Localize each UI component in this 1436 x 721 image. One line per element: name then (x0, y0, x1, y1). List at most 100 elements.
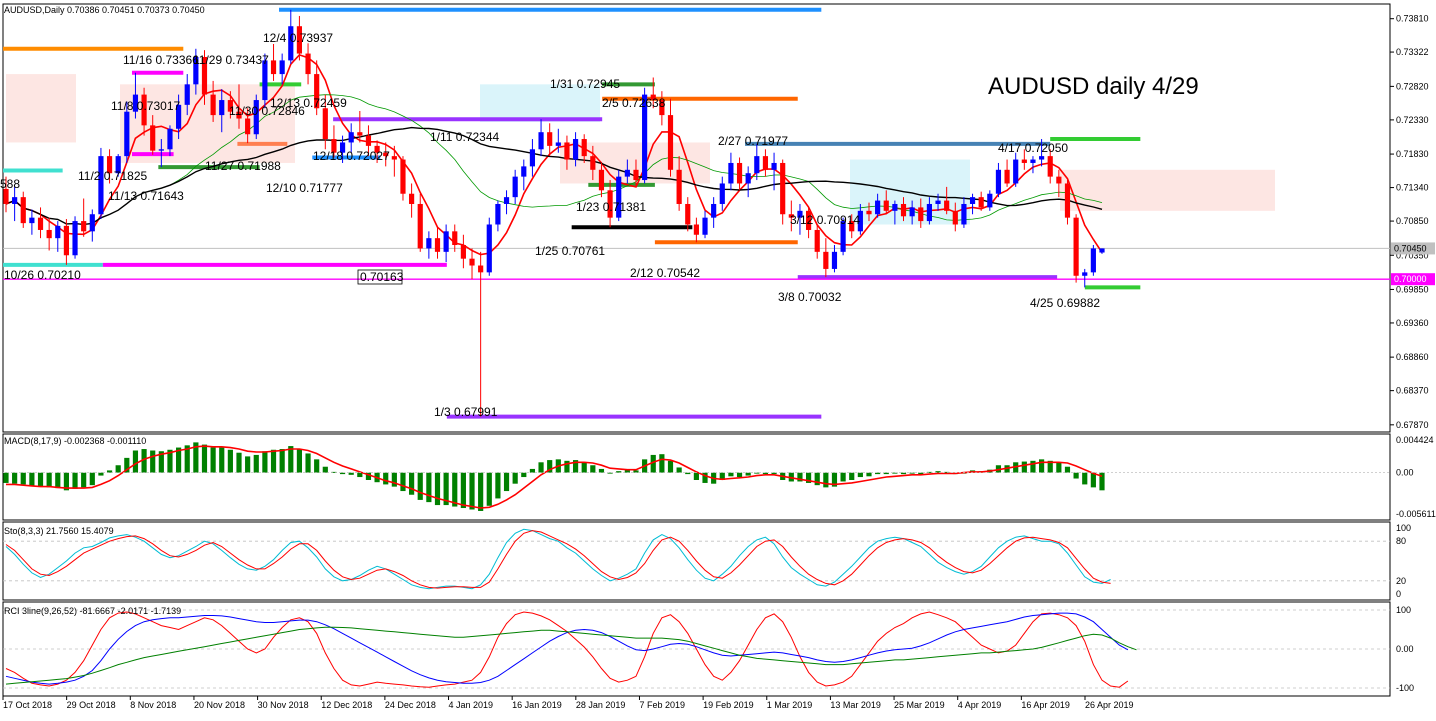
candle-body (1064, 183, 1071, 218)
macd-histogram-bar (434, 472, 441, 506)
y-tick-label: 0.71340 (1396, 183, 1429, 193)
x-tick-label: 16 Apr 2019 (1021, 700, 1070, 710)
candle-body (693, 224, 699, 235)
candle-body (529, 149, 536, 167)
candle-body (37, 217, 44, 230)
macd-histogram-bar (3, 472, 9, 483)
candle-body (434, 238, 441, 252)
candle-body (460, 245, 466, 259)
candle-body (598, 169, 605, 191)
macd-histogram-bar (529, 468, 536, 473)
x-tick-label: 26 Apr 2019 (1085, 700, 1134, 710)
macd-histogram-bar (253, 454, 259, 473)
macd-histogram-bar (236, 452, 242, 473)
candle-body (1004, 169, 1010, 184)
macd-histogram-bar (495, 472, 501, 499)
symbol-header: AUDUSD,Daily 0.70386 0.70451 0.70373 0.7… (4, 5, 205, 15)
candle-body (814, 229, 820, 252)
x-tick-label: 4 Jan 2019 (449, 700, 494, 710)
macd-histogram-bar (659, 454, 665, 473)
y-tick-label: 0.72820 (1396, 81, 1429, 91)
macd-histogram-bar (538, 462, 544, 473)
price-annotation: 11/27 0.71988 (205, 159, 281, 173)
candle-body (1039, 156, 1045, 160)
candle (1090, 245, 1096, 276)
macd-histogram-bar (46, 472, 52, 488)
macd-histogram-bar (98, 472, 104, 476)
price-annotation: 12/13 0.72459 (270, 96, 347, 110)
candle-body (1047, 156, 1053, 177)
price-annotation: 1/25 0.70761 (535, 244, 605, 258)
candle-body (89, 214, 95, 232)
macd-histogram-bar (322, 466, 328, 473)
macd-histogram-bar (590, 465, 596, 473)
macd-histogram-bar (486, 472, 492, 506)
x-tick-label: 12 Dec 2018 (321, 700, 372, 710)
price-annotation: 12/18 0.72027 (313, 149, 390, 163)
candle-body (564, 142, 570, 160)
candle-body (1013, 159, 1019, 184)
y-tick-label: 0.72330 (1396, 115, 1429, 125)
candle-body (63, 225, 69, 256)
candle-body (909, 207, 915, 217)
x-tick-label: 4 Apr 2019 (958, 700, 1002, 710)
macd-histogram-bar (89, 472, 95, 486)
x-tick-label: 28 Jan 2019 (576, 700, 626, 710)
candle-body (219, 100, 225, 116)
candle-body (831, 251, 838, 269)
price-annotation: 588 (0, 177, 20, 191)
chart-root: 12/4 0.73937 11/16 0.73366 11/29 0.73437 11… (0, 0, 1436, 716)
candle-body (676, 169, 682, 204)
x-tick-label: 16 Jan 2019 (512, 700, 562, 710)
candle-body (555, 142, 561, 146)
rci-y-tick-label: 0.00 (1396, 644, 1414, 654)
candle (72, 216, 78, 259)
rci-y-tick-label: 100 (1396, 605, 1411, 615)
cloud-region (1060, 169, 1275, 211)
price-annotation: 1/31 0.72945 (550, 77, 620, 91)
price-annotation: 1/3 0.67991 (434, 405, 498, 419)
candle-body (478, 265, 484, 273)
price-annotation: 1/11 0.72344 (430, 130, 500, 144)
candle-body (667, 115, 674, 170)
macd-histogram-bar (409, 472, 415, 495)
stochastic-y-tick-label: 0 (1396, 589, 1401, 599)
price-annotation: 10/26 0.70210 (4, 268, 81, 282)
candle-body (72, 221, 78, 256)
price-annotation: 11/16 0.73366 (123, 53, 199, 67)
candle-body (12, 197, 18, 204)
x-tick-label: 24 Dec 2018 (385, 700, 436, 710)
candle-body (46, 229, 52, 239)
macd-histogram-bar (296, 449, 303, 473)
price-annotation: 2/5 0.72638 (602, 96, 666, 110)
candle-body (1021, 159, 1027, 163)
candle-body (29, 217, 35, 224)
candle-body (944, 200, 950, 211)
macd-histogram-bar (676, 467, 682, 473)
macd-histogram-bar (201, 444, 208, 473)
y-tick-label: 0.73810 (1396, 14, 1429, 24)
candle-body (1030, 159, 1036, 163)
candle-body (702, 217, 708, 235)
macd-histogram-bar (581, 462, 587, 473)
candle-body (521, 166, 527, 177)
macd-histogram-bar (849, 472, 855, 480)
candle-body (322, 108, 328, 140)
candle-body (1082, 272, 1088, 276)
candle-body (581, 139, 587, 157)
rci-y-tick-label: -100 (1396, 683, 1414, 693)
candle-body (98, 156, 104, 215)
price-annotation: 1/23 0.71381 (576, 200, 646, 214)
candle-body (503, 197, 510, 204)
price-annotation: 12/4 0.73937 (263, 31, 333, 45)
candle-body (391, 156, 397, 160)
candle-body (365, 135, 372, 146)
macd-histogram-bar (132, 450, 139, 473)
candle-body (357, 132, 363, 136)
candle-body (900, 203, 907, 217)
x-tick-label: 1 Mar 2019 (767, 700, 813, 710)
candle-body (158, 149, 164, 151)
candle-body (883, 200, 889, 211)
macd-histogram-bar (314, 459, 320, 473)
x-tick-label: 19 Feb 2019 (703, 700, 754, 710)
